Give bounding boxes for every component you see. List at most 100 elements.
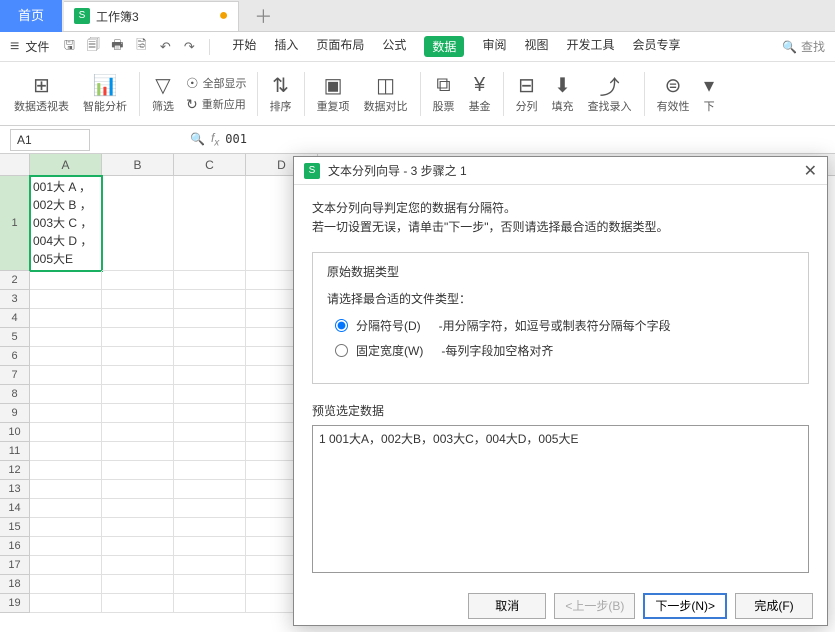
cell[interactable] (102, 290, 174, 309)
fund-button[interactable]: ¥ 基金 (463, 65, 497, 123)
cell[interactable] (30, 366, 102, 385)
cell[interactable] (174, 480, 246, 499)
cell[interactable] (102, 442, 174, 461)
radio-delimited-input[interactable] (335, 319, 348, 332)
cell[interactable] (174, 404, 246, 423)
cell[interactable] (102, 461, 174, 480)
cell[interactable] (102, 499, 174, 518)
cell[interactable] (102, 271, 174, 290)
tab-home[interactable]: 首页 (0, 0, 62, 32)
cell[interactable] (102, 404, 174, 423)
cell[interactable] (30, 537, 102, 556)
cell[interactable] (174, 309, 246, 328)
cell[interactable] (174, 176, 246, 271)
col-header-c[interactable]: C (174, 154, 246, 175)
cell[interactable] (102, 366, 174, 385)
cell[interactable] (102, 480, 174, 499)
cell[interactable] (30, 480, 102, 499)
cell[interactable] (102, 423, 174, 442)
cell[interactable] (174, 423, 246, 442)
save-as-icon[interactable]: 🗐 (83, 37, 103, 57)
cell[interactable] (174, 575, 246, 594)
cell[interactable] (174, 537, 246, 556)
cell[interactable] (30, 271, 102, 290)
smart-analysis-button[interactable]: 📊 智能分析 (77, 65, 133, 123)
next-button[interactable]: 下一步(N)> (643, 593, 727, 619)
formula-value[interactable]: 001 (225, 132, 247, 146)
tab-formula[interactable]: 公式 (382, 36, 406, 57)
row-header[interactable]: 17 (0, 556, 30, 575)
row-header[interactable]: 12 (0, 461, 30, 480)
cell[interactable] (30, 461, 102, 480)
cell[interactable] (102, 556, 174, 575)
fx-icon[interactable]: fx (211, 131, 219, 148)
cell[interactable] (30, 442, 102, 461)
tab-data[interactable]: 数据 (424, 36, 464, 57)
col-header-a[interactable]: A (30, 154, 102, 175)
cell[interactable] (102, 575, 174, 594)
cell[interactable] (102, 594, 174, 613)
row-header[interactable]: 15 (0, 518, 30, 537)
compare-button[interactable]: ◫ 数据对比 (358, 65, 414, 123)
row-header[interactable]: 13 (0, 480, 30, 499)
tab-member[interactable]: 会员专享 (632, 36, 680, 57)
cancel-button[interactable]: 取消 (468, 593, 546, 619)
search-fx-icon[interactable]: 🔍 (190, 132, 205, 146)
cell[interactable]: 001大 A ， 002大 B ， 003大 C ， 004大 D ， 005大… (30, 176, 102, 271)
tab-workbook[interactable]: S 工作簿3 ● (64, 1, 239, 31)
search-box[interactable]: 🔍 查找 (782, 38, 825, 55)
row-header[interactable]: 11 (0, 442, 30, 461)
cell[interactable] (102, 328, 174, 347)
tab-view[interactable]: 视图 (524, 36, 548, 57)
close-button[interactable]: ✕ (804, 161, 817, 181)
validate-button[interactable]: ⊜ 有效性 (651, 65, 696, 123)
duplicates-button[interactable]: ▣ 重复项 (311, 65, 356, 123)
stock-button[interactable]: ⧉ 股票 (427, 65, 461, 123)
cell[interactable] (174, 347, 246, 366)
cell[interactable] (30, 347, 102, 366)
file-menu[interactable]: 文件 (25, 38, 49, 55)
sort-button[interactable]: ⇅ 排序 (264, 65, 298, 123)
redo-icon[interactable]: ↷ (179, 37, 199, 57)
cell[interactable] (102, 518, 174, 537)
pivot-button[interactable]: ⊞ 数据透视表 (8, 65, 75, 123)
col-header-b[interactable]: B (102, 154, 174, 175)
cell[interactable] (174, 271, 246, 290)
save-icon[interactable]: 🖫 (59, 37, 79, 57)
new-tab-button[interactable]: ＋ (254, 3, 272, 29)
fill-button[interactable]: ⬇ 填充 (546, 65, 580, 123)
dropdown-button[interactable]: ▾ 下 (698, 65, 721, 123)
cell[interactable] (30, 556, 102, 575)
tab-start[interactable]: 开始 (232, 36, 256, 57)
reapply-button[interactable]: ↻重新应用 (186, 96, 247, 113)
cell[interactable] (174, 328, 246, 347)
cell[interactable] (174, 518, 246, 537)
row-header[interactable]: 10 (0, 423, 30, 442)
row-header[interactable]: 9 (0, 404, 30, 423)
tab-insert[interactable]: 插入 (274, 36, 298, 57)
radio-delimited[interactable]: 分隔符号(D) -用分隔字符，如逗号或制表符分隔每个字段 (335, 317, 794, 334)
tab-layout[interactable]: 页面布局 (316, 36, 364, 57)
row-header[interactable]: 2 (0, 271, 30, 290)
cell[interactable] (174, 461, 246, 480)
cell[interactable] (174, 366, 246, 385)
cell[interactable] (30, 518, 102, 537)
row-header[interactable]: 18 (0, 575, 30, 594)
row-header[interactable]: 3 (0, 290, 30, 309)
cell[interactable] (30, 575, 102, 594)
print-preview-icon[interactable]: 🗟 (131, 37, 151, 57)
row-header[interactable]: 1 (0, 176, 30, 271)
filter-button[interactable]: ▽ 筛选 (146, 65, 180, 123)
tab-review[interactable]: 审阅 (482, 36, 506, 57)
radio-fixed-width[interactable]: 固定宽度(W) -每列字段加空格对齐 (335, 342, 794, 359)
cell[interactable] (30, 328, 102, 347)
tab-dev[interactable]: 开发工具 (566, 36, 614, 57)
print-icon[interactable]: 🖶 (107, 37, 127, 57)
cell[interactable] (102, 347, 174, 366)
row-header[interactable]: 6 (0, 347, 30, 366)
cell[interactable] (174, 290, 246, 309)
cell[interactable] (30, 290, 102, 309)
row-header[interactable]: 14 (0, 499, 30, 518)
select-all-corner[interactable] (0, 154, 30, 176)
row-header[interactable]: 5 (0, 328, 30, 347)
